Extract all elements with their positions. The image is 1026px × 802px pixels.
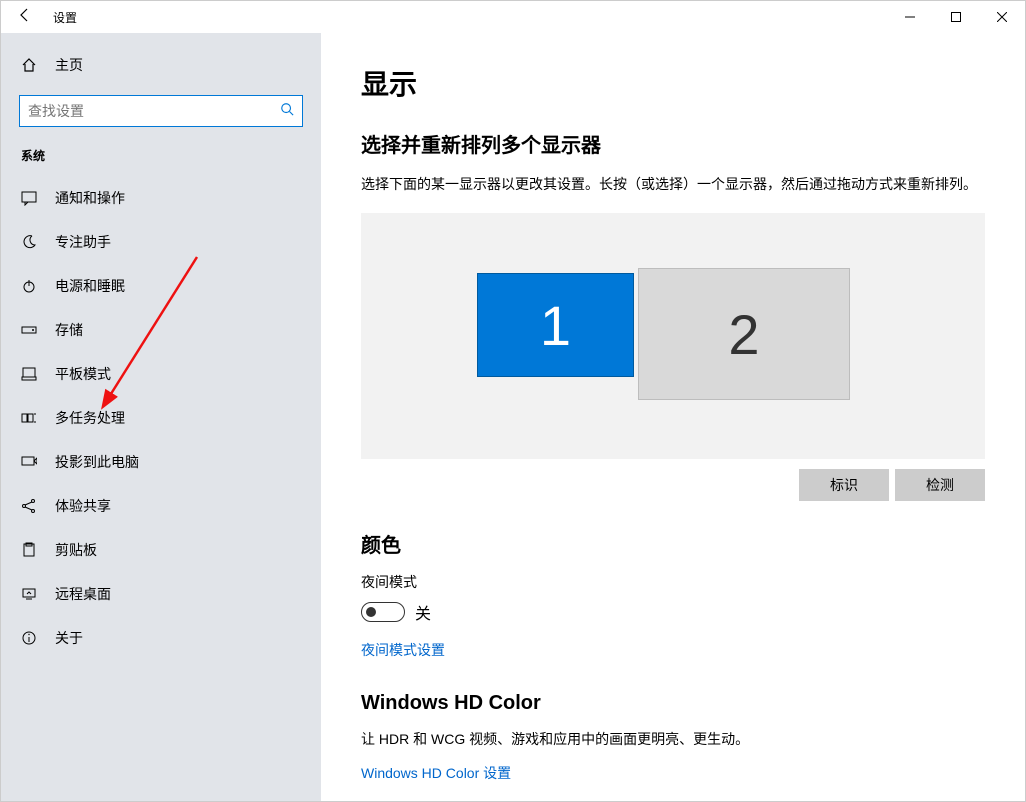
hdcolor-desc: 让 HDR 和 WCG 视频、游戏和应用中的画面更明亮、更生动。: [361, 729, 985, 749]
info-icon: [21, 630, 37, 646]
search-input[interactable]: [28, 103, 280, 119]
identify-button[interactable]: 标识: [799, 469, 889, 501]
remote-icon: [21, 586, 37, 602]
sidebar-item-label: 剪贴板: [55, 540, 97, 560]
sidebar-item-shared-experiences[interactable]: 体验共享: [1, 486, 321, 526]
sidebar-item-projecting[interactable]: 投影到此电脑: [1, 442, 321, 482]
close-button[interactable]: [979, 1, 1025, 33]
message-icon: [21, 190, 37, 206]
color-heading: 颜色: [361, 529, 985, 558]
sidebar-item-label: 远程桌面: [55, 584, 111, 604]
sidebar-item-storage[interactable]: 存储: [1, 310, 321, 350]
multi-display-desc: 选择下面的某一显示器以更改其设置。长按（或选择）一个显示器，然后通过拖动方式来重…: [361, 174, 985, 195]
tablet-icon: [21, 366, 37, 382]
sidebar-group-title: 系统: [1, 141, 321, 174]
drive-icon: [21, 322, 37, 338]
sidebar-item-label: 体验共享: [55, 496, 111, 516]
sidebar: 主页 系统 通知和操作 专注助手 电源和睡眠 存储 平板模式: [1, 33, 321, 801]
page-title: 显示: [361, 63, 985, 103]
display-arrange-area[interactable]: 1 2: [361, 213, 985, 459]
monitor-1[interactable]: 1: [477, 273, 634, 377]
search-box[interactable]: [19, 95, 303, 127]
moon-icon: [21, 234, 37, 250]
home-icon: [21, 57, 37, 73]
project-icon: [21, 454, 37, 470]
arrow-left-icon: [17, 7, 33, 23]
titlebar: 设置: [1, 1, 1025, 33]
sidebar-item-remote-desktop[interactable]: 远程桌面: [1, 574, 321, 614]
toggle-state-text: 关: [415, 600, 431, 624]
sidebar-item-about[interactable]: 关于: [1, 618, 321, 658]
sidebar-item-label: 专注助手: [55, 232, 111, 252]
hdcolor-settings-link[interactable]: Windows HD Color 设置: [361, 763, 511, 783]
power-icon: [21, 278, 37, 294]
monitor-2[interactable]: 2: [638, 268, 850, 400]
sidebar-item-focus-assist[interactable]: 专注助手: [1, 222, 321, 262]
main-content: 显示 选择并重新排列多个显示器 选择下面的某一显示器以更改其设置。长按（或选择）…: [321, 33, 1025, 801]
window-controls: [887, 1, 1025, 33]
sidebar-item-label: 电源和睡眠: [55, 276, 125, 296]
detect-button[interactable]: 检测: [895, 469, 985, 501]
sidebar-item-label: 平板模式: [55, 364, 111, 384]
nightlight-label: 夜间模式: [361, 572, 985, 592]
sidebar-item-label: 通知和操作: [55, 188, 125, 208]
hdcolor-heading: Windows HD Color: [361, 692, 985, 715]
share-icon: [21, 498, 37, 514]
sidebar-item-label: 关于: [55, 628, 83, 648]
sidebar-item-label: 多任务处理: [55, 408, 125, 428]
maximize-button[interactable]: [933, 1, 979, 33]
clipboard-icon: [21, 542, 37, 558]
multi-display-heading: 选择并重新排列多个显示器: [361, 129, 985, 158]
back-button[interactable]: [9, 7, 41, 28]
sidebar-item-power-sleep[interactable]: 电源和睡眠: [1, 266, 321, 306]
timeline-icon: [21, 410, 37, 426]
home-button[interactable]: 主页: [1, 45, 321, 85]
sidebar-item-multitasking[interactable]: 多任务处理: [1, 398, 321, 438]
sidebar-item-clipboard[interactable]: 剪贴板: [1, 530, 321, 570]
sidebar-item-label: 投影到此电脑: [55, 452, 139, 472]
sidebar-item-label: 存储: [55, 320, 83, 340]
nightlight-settings-link[interactable]: 夜间模式设置: [361, 640, 445, 660]
window-title: 设置: [53, 9, 77, 26]
sidebar-item-tablet-mode[interactable]: 平板模式: [1, 354, 321, 394]
home-label: 主页: [55, 55, 83, 75]
minimize-button[interactable]: [887, 1, 933, 33]
sidebar-item-notifications[interactable]: 通知和操作: [1, 178, 321, 218]
nightlight-toggle[interactable]: [361, 602, 405, 622]
search-icon: [280, 102, 294, 121]
